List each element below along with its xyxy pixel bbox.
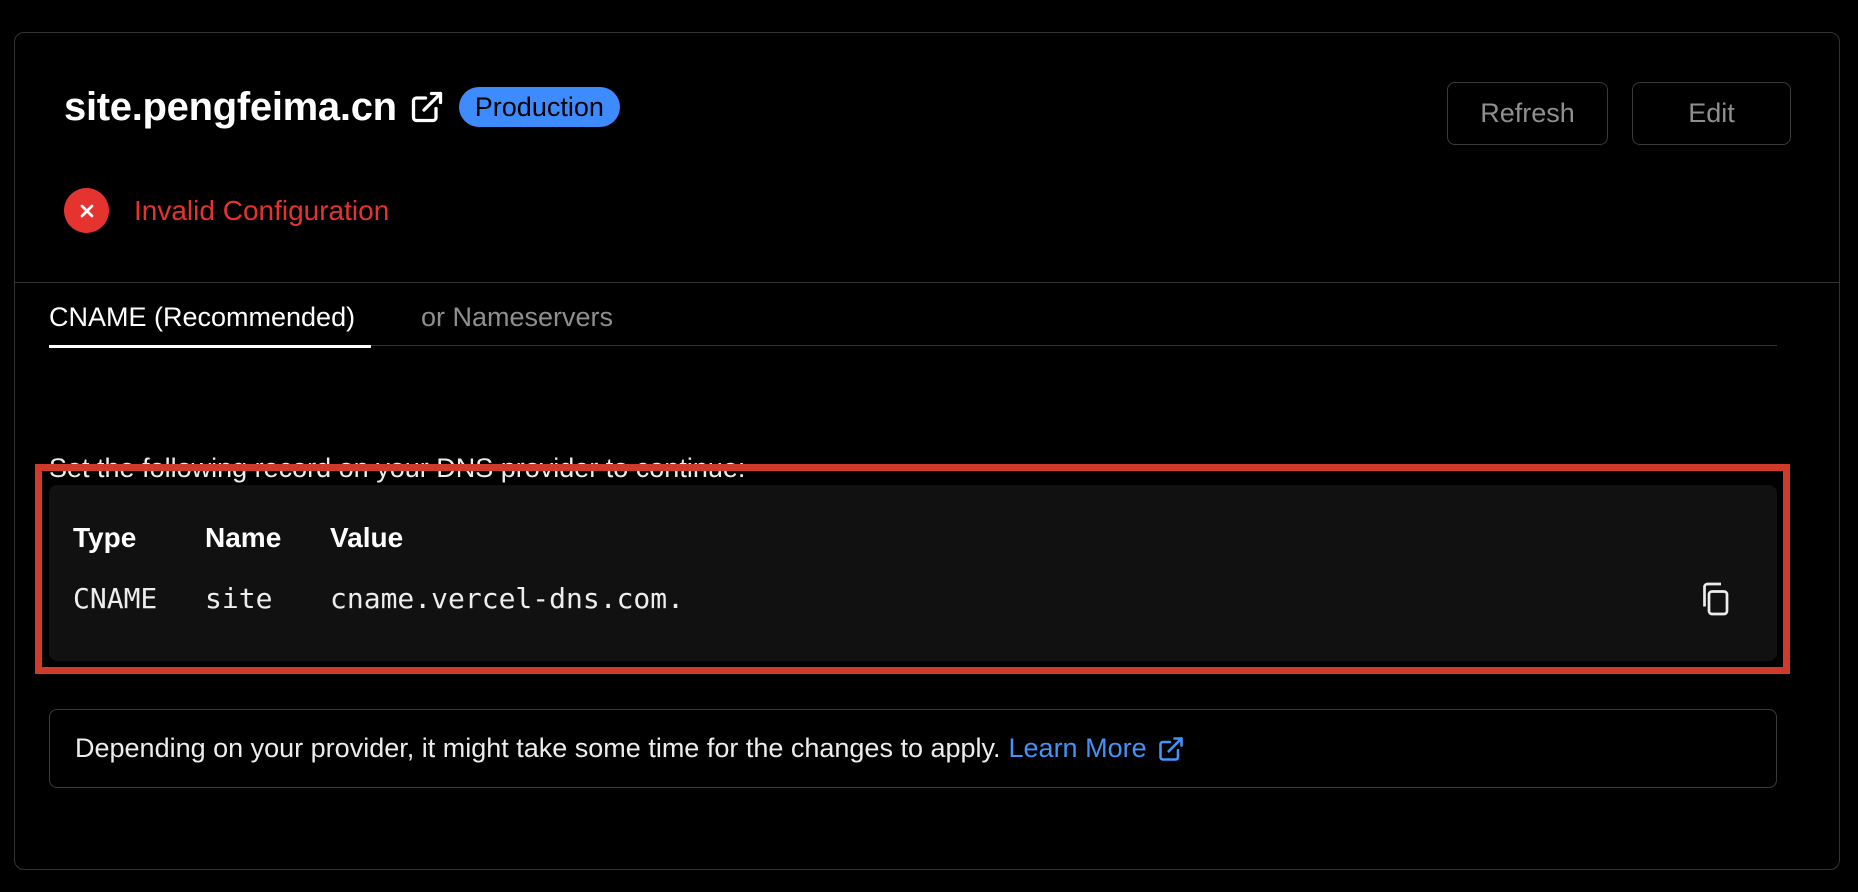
external-link-icon[interactable] — [1157, 735, 1185, 763]
propagation-note: Depending on your provider, it might tak… — [49, 709, 1777, 788]
error-x-icon — [64, 188, 109, 233]
external-link-icon[interactable] — [409, 89, 445, 125]
record-type-tabs: CNAME (Recommended) or Nameservers — [49, 302, 1777, 348]
learn-more-label[interactable]: Learn More — [1009, 733, 1147, 764]
domain-header-section: site.pengfeima.cn Production Refresh Edi… — [15, 33, 1839, 283]
tab-cname[interactable]: CNAME (Recommended) — [49, 302, 371, 348]
tab-nameservers[interactable]: or Nameservers — [421, 302, 613, 346]
status-text: Invalid Configuration — [134, 194, 390, 226]
learn-more-link[interactable]: Learn More — [1009, 733, 1185, 764]
edit-button[interactable]: Edit — [1632, 82, 1791, 145]
note-text: Depending on your provider, it might tak… — [75, 733, 1001, 763]
status-row: Invalid Configuration — [64, 188, 389, 233]
domain-title-row: site.pengfeima.cn Production — [64, 85, 620, 129]
domain-name[interactable]: site.pengfeima.cn — [64, 85, 397, 130]
highlight-box — [35, 464, 1790, 674]
refresh-button[interactable]: Refresh — [1447, 82, 1608, 145]
environment-badge: Production — [458, 87, 620, 127]
